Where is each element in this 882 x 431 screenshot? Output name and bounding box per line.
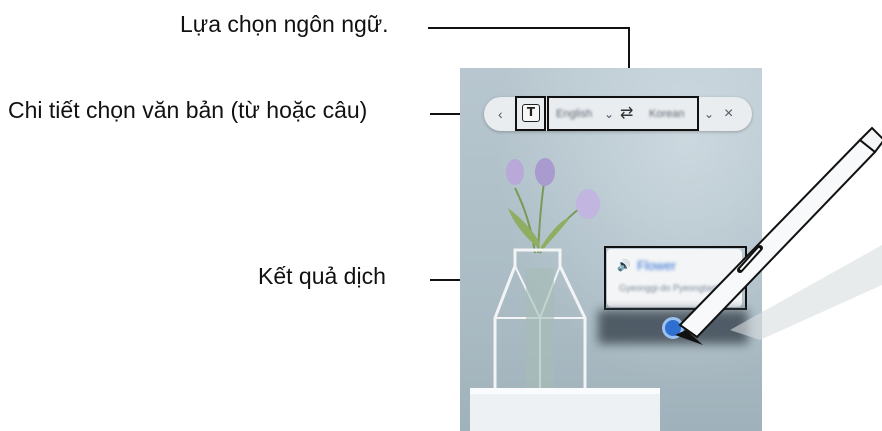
close-icon[interactable]: × <box>724 97 733 131</box>
pen-pointer-dot <box>662 317 684 339</box>
language-callout-label: Lựa chọn ngôn ngữ. <box>180 11 389 37</box>
language-highlight <box>547 96 699 131</box>
chevron-down-icon[interactable]: ⌄ <box>704 97 714 131</box>
result-callout-label: Kết quả dịch <box>258 263 386 289</box>
result-highlight <box>604 246 747 310</box>
text-mode-highlight <box>515 96 546 131</box>
back-button[interactable]: ‹ <box>498 97 503 131</box>
text-mode-callout-label: Chi tiết chọn văn bản (từ hoặc câu) <box>8 97 368 123</box>
language-callout-line-h <box>428 27 630 29</box>
